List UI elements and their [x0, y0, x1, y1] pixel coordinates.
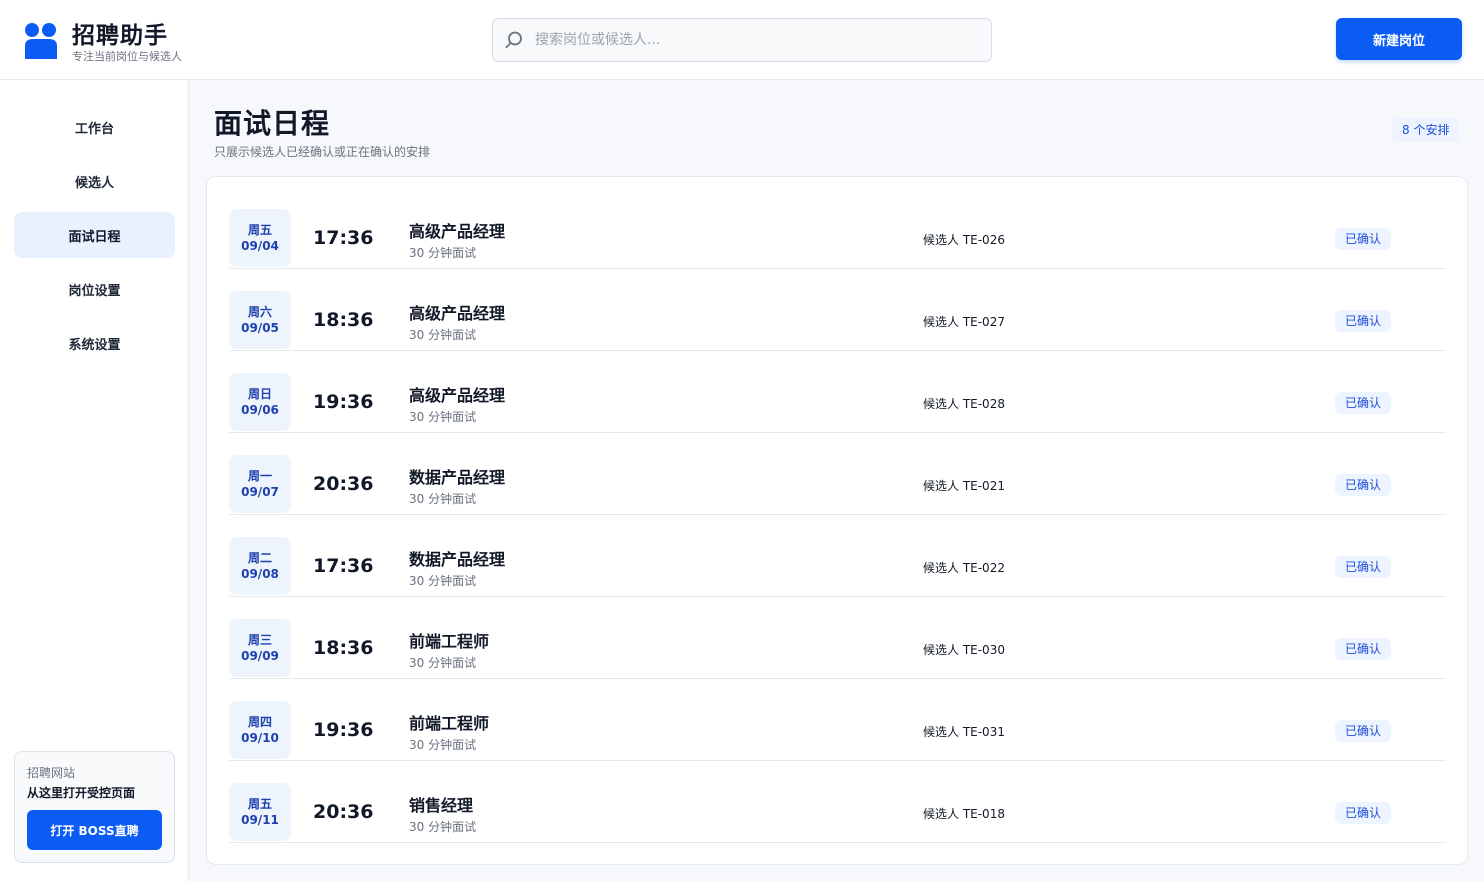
recruiting-site-panel: 招聘网站 从这里打开受控页面 打开 BOSS直聘 [14, 751, 175, 863]
interview-duration: 30 分钟面试 [409, 328, 477, 342]
interview-time: 19:36 [313, 391, 374, 413]
candidate-id: 候选人 TE-026 [923, 233, 1005, 247]
sidebar-item-dashboard[interactable]: 工作台 [14, 104, 175, 150]
interview-time: 17:36 [313, 227, 374, 249]
interview-duration: 30 分钟面试 [409, 738, 477, 752]
schedule-list: 周五 09/04 17:36 高级产品经理 30 分钟面试 候选人 TE-026… [206, 176, 1468, 865]
promo-label: 招聘网站 [27, 766, 76, 780]
schedule-row[interactable]: 周二 09/08 17:36 数据产品经理 30 分钟面试 候选人 TE-022… [229, 515, 1446, 597]
sidebar-item-interview-schedule[interactable]: 面试日程 [14, 212, 175, 258]
date-box: 周二 09/08 [229, 537, 291, 595]
search-icon [505, 31, 522, 49]
job-title: 高级产品经理 [409, 304, 506, 323]
interview-time: 17:36 [313, 555, 374, 577]
schedule-row[interactable]: 周三 09/09 18:36 前端工程师 30 分钟面试 候选人 TE-030 … [229, 597, 1446, 679]
interview-duration: 30 分钟面试 [409, 492, 477, 506]
job-title: 前端工程师 [409, 714, 490, 733]
open-boss-button[interactable]: 打开 BOSS直聘 [27, 810, 162, 850]
date-label: 09/05 [241, 321, 279, 335]
interview-time: 18:36 [313, 309, 374, 331]
page-subtitle: 只展示候选人已经确认或正在确认的安排 [214, 145, 431, 159]
interview-time: 20:36 [313, 473, 374, 495]
candidate-id: 候选人 TE-030 [923, 643, 1005, 657]
job-title: 高级产品经理 [409, 386, 506, 405]
job-title: 销售经理 [409, 796, 474, 815]
date-label: 09/09 [241, 649, 279, 663]
date-label: 09/06 [241, 403, 279, 417]
candidate-id: 候选人 TE-022 [923, 561, 1005, 575]
interview-duration: 30 分钟面试 [409, 820, 477, 834]
weekday-label: 周六 [247, 305, 272, 319]
search-box[interactable] [492, 18, 992, 62]
schedule-row[interactable]: 周日 09/06 19:36 高级产品经理 30 分钟面试 候选人 TE-028… [229, 351, 1446, 433]
interview-duration: 30 分钟面试 [409, 246, 477, 260]
date-box: 周日 09/06 [229, 373, 291, 431]
search-input[interactable] [535, 19, 975, 61]
schedule-row[interactable]: 周五 09/04 17:36 高级产品经理 30 分钟面试 候选人 TE-026… [229, 187, 1446, 269]
job-title: 高级产品经理 [409, 222, 506, 241]
date-box: 周五 09/04 [229, 209, 291, 267]
sidebar: 工作台 候选人 面试日程 岗位设置 系统设置 招聘网站 从这里打开受控页面 打开… [0, 80, 189, 881]
weekday-label: 周二 [247, 551, 272, 565]
date-label: 09/10 [241, 731, 279, 745]
interview-duration: 30 分钟面试 [409, 656, 477, 670]
date-label: 09/11 [241, 813, 279, 827]
status-badge: 已确认 [1335, 310, 1392, 332]
page-title: 面试日程 [214, 107, 331, 140]
date-label: 09/07 [241, 485, 279, 499]
date-label: 09/04 [241, 239, 279, 253]
interview-time: 18:36 [313, 637, 374, 659]
date-label: 09/08 [241, 567, 279, 581]
schedule-row[interactable]: 周五 09/11 20:36 销售经理 30 分钟面试 候选人 TE-018 已… [229, 761, 1446, 843]
candidate-id: 候选人 TE-021 [923, 479, 1005, 493]
interview-duration: 30 分钟面试 [409, 574, 477, 588]
candidate-id: 候选人 TE-031 [923, 725, 1005, 739]
interview-time: 19:36 [313, 719, 374, 741]
status-badge: 已确认 [1335, 802, 1392, 824]
app-subtitle: 专注当前岗位与候选人 [72, 50, 182, 63]
weekday-label: 周五 [247, 223, 272, 237]
status-badge: 已确认 [1335, 556, 1392, 578]
top-header: 招聘助手 专注当前岗位与候选人 新建岗位 [0, 0, 1484, 80]
date-box: 周三 09/09 [229, 619, 291, 677]
job-title: 数据产品经理 [409, 550, 506, 569]
schedule-count-badge: 8 个安排 [1392, 118, 1460, 142]
status-badge: 已确认 [1335, 392, 1392, 414]
status-badge: 已确认 [1335, 474, 1392, 496]
app-title: 招聘助手 [72, 23, 168, 49]
weekday-label: 周五 [247, 797, 272, 811]
sidebar-item-candidates[interactable]: 候选人 [14, 158, 175, 204]
weekday-label: 周日 [247, 387, 272, 401]
status-badge: 已确认 [1335, 720, 1392, 742]
date-box: 周五 09/11 [229, 783, 291, 841]
weekday-label: 周一 [247, 469, 272, 483]
promo-title: 从这里打开受控页面 [27, 786, 136, 800]
interview-duration: 30 分钟面试 [409, 410, 477, 424]
date-box: 周四 09/10 [229, 701, 291, 759]
job-title: 数据产品经理 [409, 468, 506, 487]
date-box: 周一 09/07 [229, 455, 291, 513]
schedule-row[interactable]: 周六 09/05 18:36 高级产品经理 30 分钟面试 候选人 TE-027… [229, 269, 1446, 351]
schedule-row[interactable]: 周一 09/07 20:36 数据产品经理 30 分钟面试 候选人 TE-021… [229, 433, 1446, 515]
weekday-label: 周四 [247, 715, 272, 729]
candidate-id: 候选人 TE-028 [923, 397, 1005, 411]
schedule-row[interactable]: 周四 09/10 19:36 前端工程师 30 分钟面试 候选人 TE-031 … [229, 679, 1446, 761]
interview-time: 20:36 [313, 801, 374, 823]
date-box: 周六 09/05 [229, 291, 291, 349]
weekday-label: 周三 [247, 633, 272, 647]
job-title: 前端工程师 [409, 632, 490, 651]
candidate-id: 候选人 TE-018 [923, 807, 1005, 821]
status-badge: 已确认 [1335, 638, 1392, 660]
sidebar-item-position-settings[interactable]: 岗位设置 [14, 266, 175, 312]
status-badge: 已确认 [1335, 228, 1392, 250]
candidate-id: 候选人 TE-027 [923, 315, 1005, 329]
sidebar-item-system-settings[interactable]: 系统设置 [14, 320, 175, 366]
new-position-button[interactable]: 新建岗位 [1336, 18, 1462, 60]
team-logo-icon [25, 23, 57, 59]
